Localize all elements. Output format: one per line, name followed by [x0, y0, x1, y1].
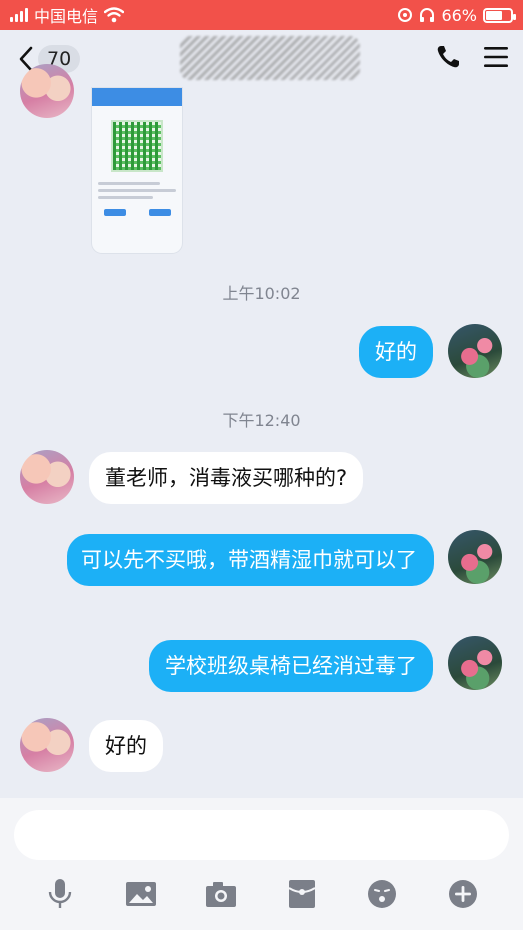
composer	[0, 798, 523, 930]
wifi-icon	[104, 7, 125, 23]
emoji-button[interactable]	[362, 874, 402, 914]
outgoing-message[interactable]: 好的	[359, 326, 433, 378]
timestamp: 下午12:40	[222, 411, 301, 430]
call-button[interactable]	[435, 44, 461, 74]
message-list[interactable]: 上午10:02 好的 下午12:40 董老师，消毒液买哪种的? 可以先不买哦，带…	[0, 64, 523, 798]
status-right: 66%	[397, 5, 516, 25]
emoji-icon	[368, 880, 397, 908]
camera-button[interactable]	[201, 874, 241, 914]
qr-code-image	[111, 120, 163, 172]
status-bar: 中国电信 66%	[0, 0, 523, 30]
image-text-lines	[98, 182, 176, 199]
header-actions	[435, 44, 509, 74]
camera-icon	[206, 882, 237, 907]
headphones-icon	[420, 8, 435, 22]
carrier-label: 中国电信	[34, 7, 99, 26]
signal-icon	[10, 8, 28, 22]
incoming-message[interactable]: 好的	[89, 720, 163, 772]
contact-avatar[interactable]	[20, 450, 74, 504]
incoming-message[interactable]: 董老师，消毒液买哪种的?	[89, 452, 364, 504]
microphone-icon	[48, 879, 72, 908]
image-buttons	[92, 209, 182, 216]
phone-icon	[437, 46, 459, 68]
red-packet-icon	[288, 880, 316, 908]
contact-avatar[interactable]	[20, 64, 74, 118]
status-left: 中国电信	[10, 3, 125, 27]
alarm-icon	[398, 8, 413, 22]
battery-icon	[483, 7, 516, 23]
menu-icon	[484, 47, 508, 67]
outgoing-message[interactable]: 学校班级桌椅已经消过毒了	[149, 640, 433, 692]
timestamp: 上午10:02	[222, 284, 301, 303]
message-input[interactable]	[14, 810, 509, 860]
contact-avatar[interactable]	[20, 718, 74, 772]
image-header-strip	[92, 88, 182, 106]
image-icon	[125, 882, 156, 906]
battery-percent: 66%	[441, 5, 477, 25]
composer-toolbar	[20, 874, 503, 914]
blurred-title	[180, 36, 360, 80]
battery-fill	[486, 10, 502, 20]
own-avatar[interactable]	[448, 324, 502, 378]
menu-button[interactable]	[483, 46, 509, 72]
image-button[interactable]	[121, 874, 161, 914]
own-avatar[interactable]	[448, 636, 502, 690]
more-button[interactable]	[443, 874, 483, 914]
chat-header: 70	[0, 30, 523, 88]
red-packet-button[interactable]	[282, 874, 322, 914]
voice-button[interactable]	[40, 874, 80, 914]
own-avatar[interactable]	[448, 530, 502, 584]
outgoing-message[interactable]: 可以先不买哦，带酒精湿巾就可以了	[67, 534, 434, 586]
image-message-health-code[interactable]	[92, 88, 182, 253]
plus-circle-icon	[448, 880, 477, 908]
